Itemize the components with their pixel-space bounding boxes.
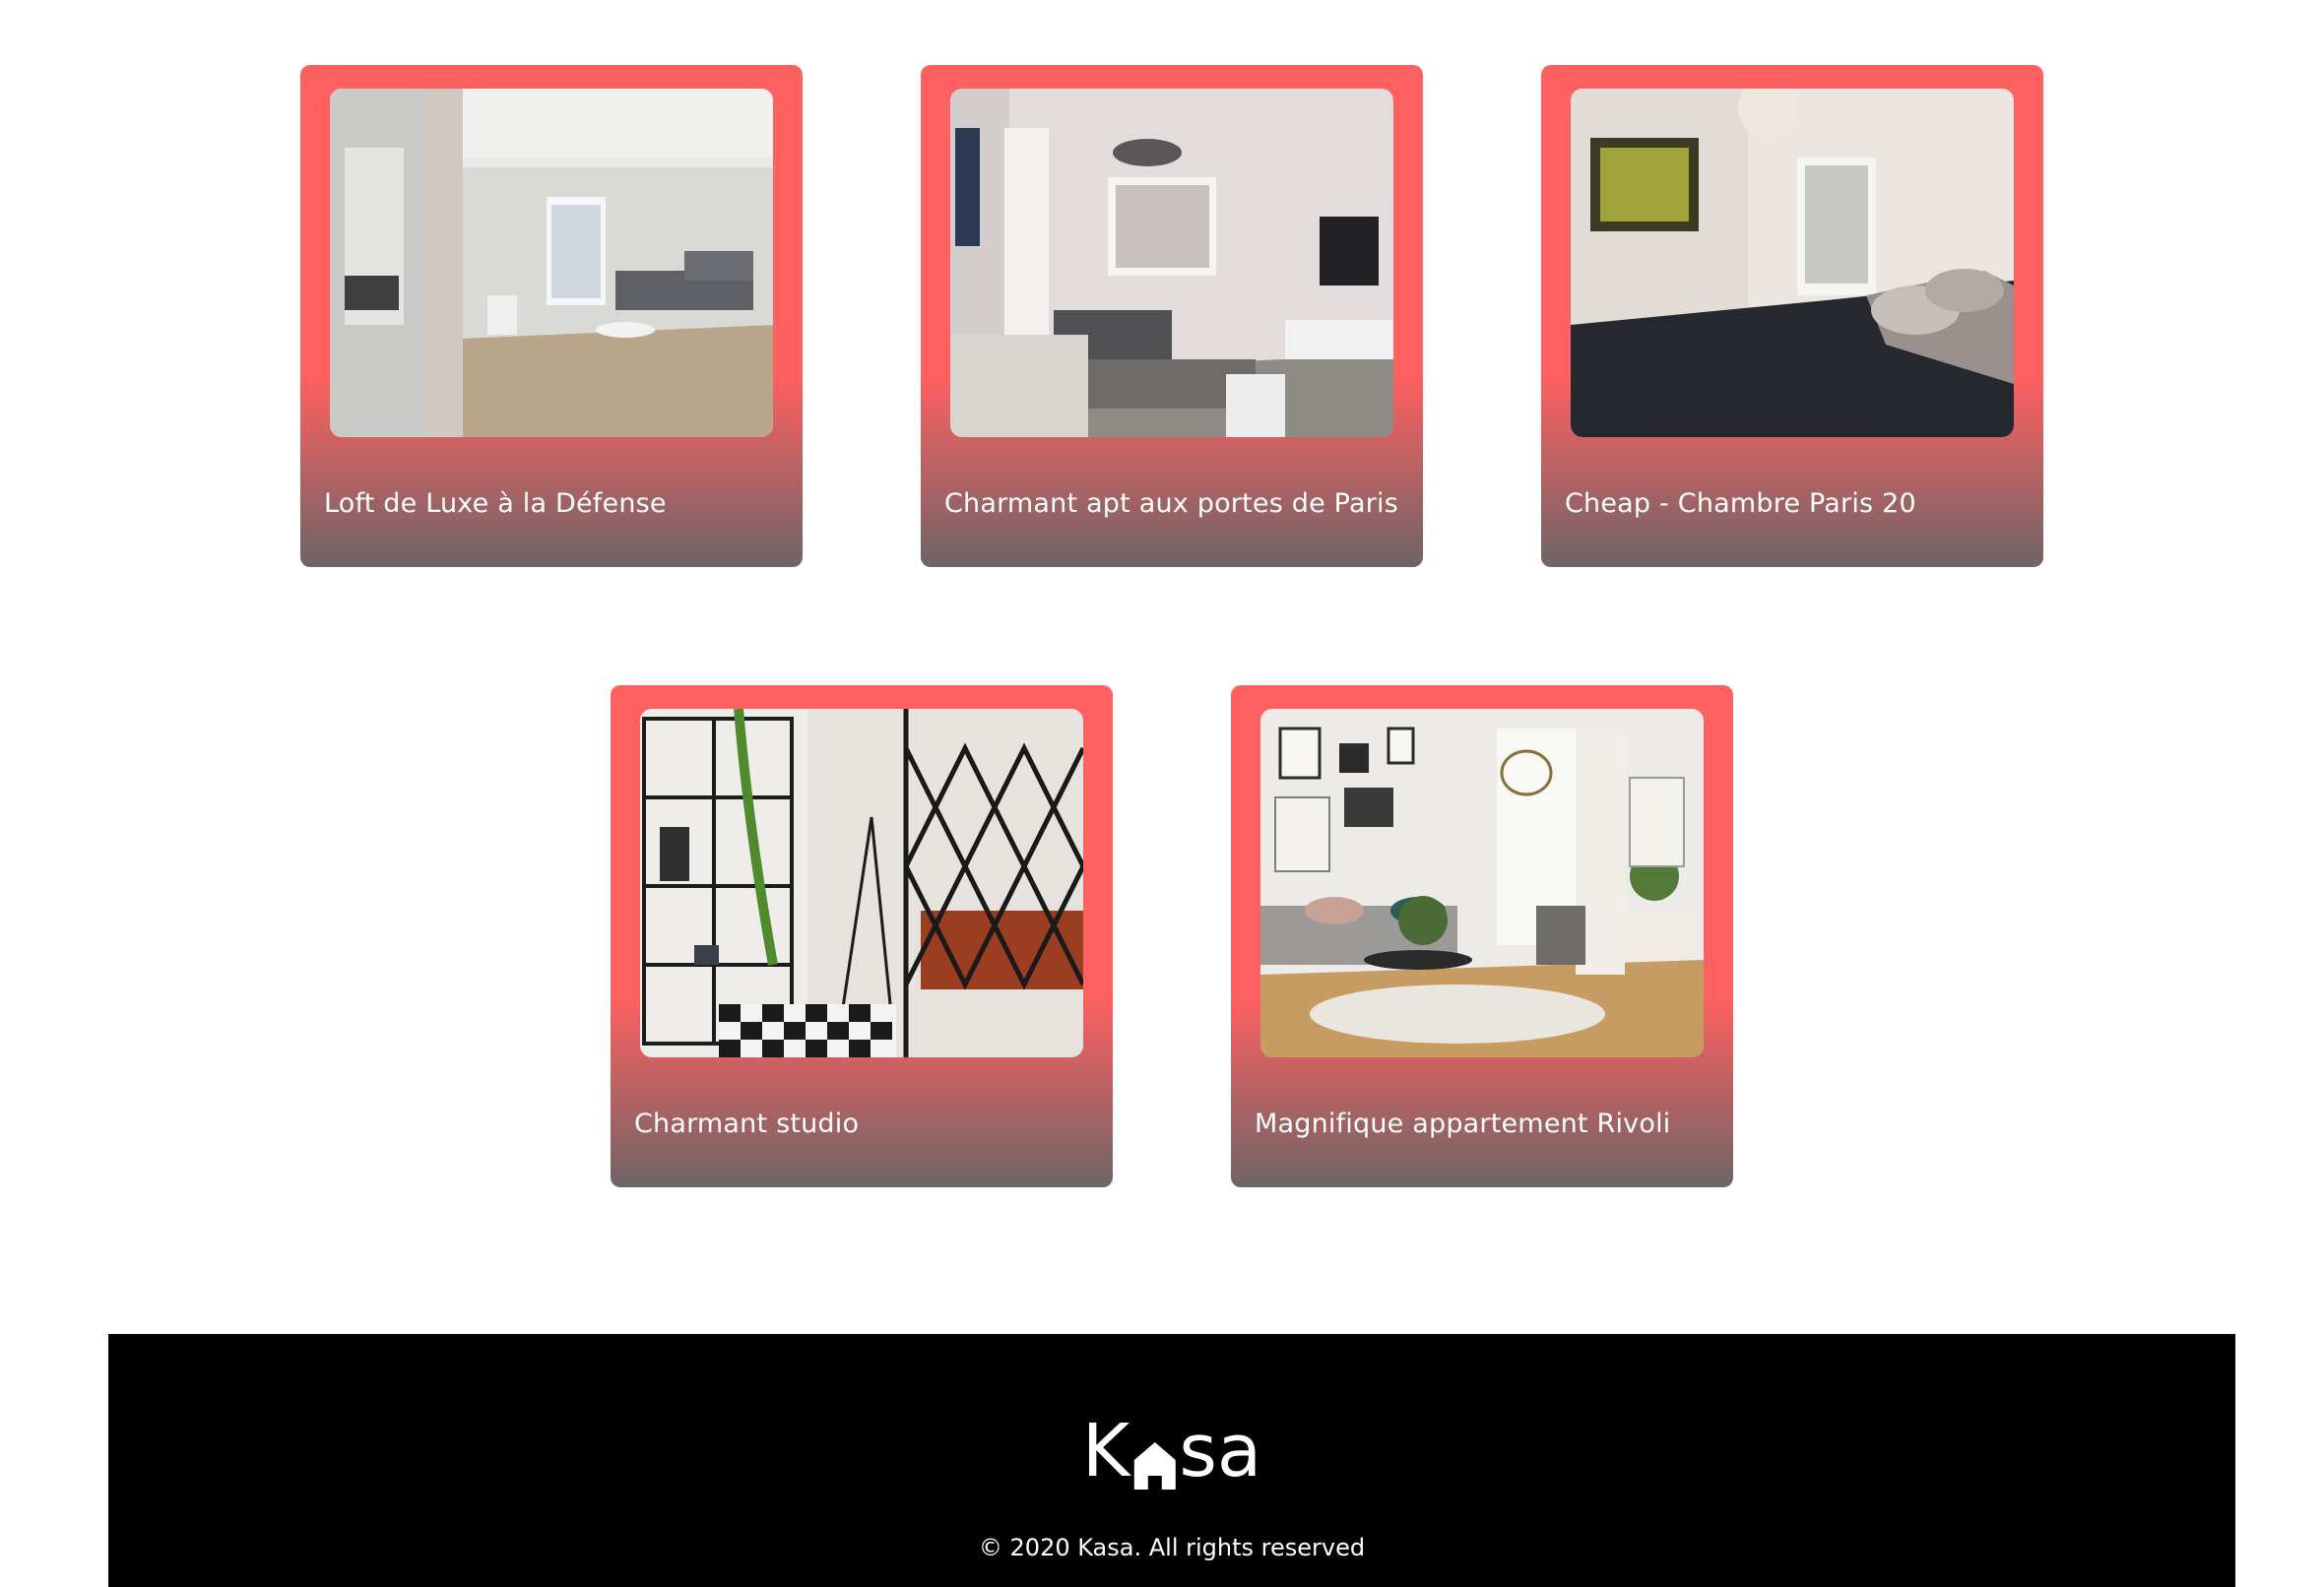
listing-title: Charmant apt aux portes de Paris — [944, 488, 1398, 519]
listing-photo — [640, 709, 1083, 1057]
listing-title: Charmant studio — [634, 1109, 860, 1139]
listings-gallery: Loft de Luxe à la Défense Charmant apt a… — [0, 0, 2324, 1334]
listing-card[interactable]: Magnifique appartement Rivoli — [1231, 685, 1733, 1187]
listing-title: Magnifique appartement Rivoli — [1255, 1109, 1671, 1139]
listing-photo — [950, 89, 1393, 437]
listing-photo — [330, 89, 773, 437]
listing-card[interactable]: Loft de Luxe à la Défense — [300, 65, 803, 567]
copyright-text: © 2020 Kasa. All rights reserved — [978, 1534, 1366, 1561]
listing-card[interactable]: Cheap - Chambre Paris 20 — [1541, 65, 2043, 567]
listing-photo — [1260, 709, 1704, 1057]
footer: K sa © 2020 Kasa. All rights reserved — [108, 1334, 2235, 1587]
listing-card[interactable]: Charmant studio — [611, 685, 1113, 1187]
footer-logo[interactable]: K sa — [1081, 1409, 1262, 1493]
logo-letter-k: K — [1081, 1409, 1130, 1493]
listing-title: Cheap - Chambre Paris 20 — [1565, 488, 1916, 519]
logo-letters-sa: sa — [1179, 1409, 1262, 1493]
listing-card[interactable]: Charmant apt aux portes de Paris — [921, 65, 1423, 567]
house-icon — [1131, 1430, 1177, 1490]
listing-photo — [1571, 89, 2014, 437]
listing-title: Loft de Luxe à la Défense — [324, 488, 667, 519]
